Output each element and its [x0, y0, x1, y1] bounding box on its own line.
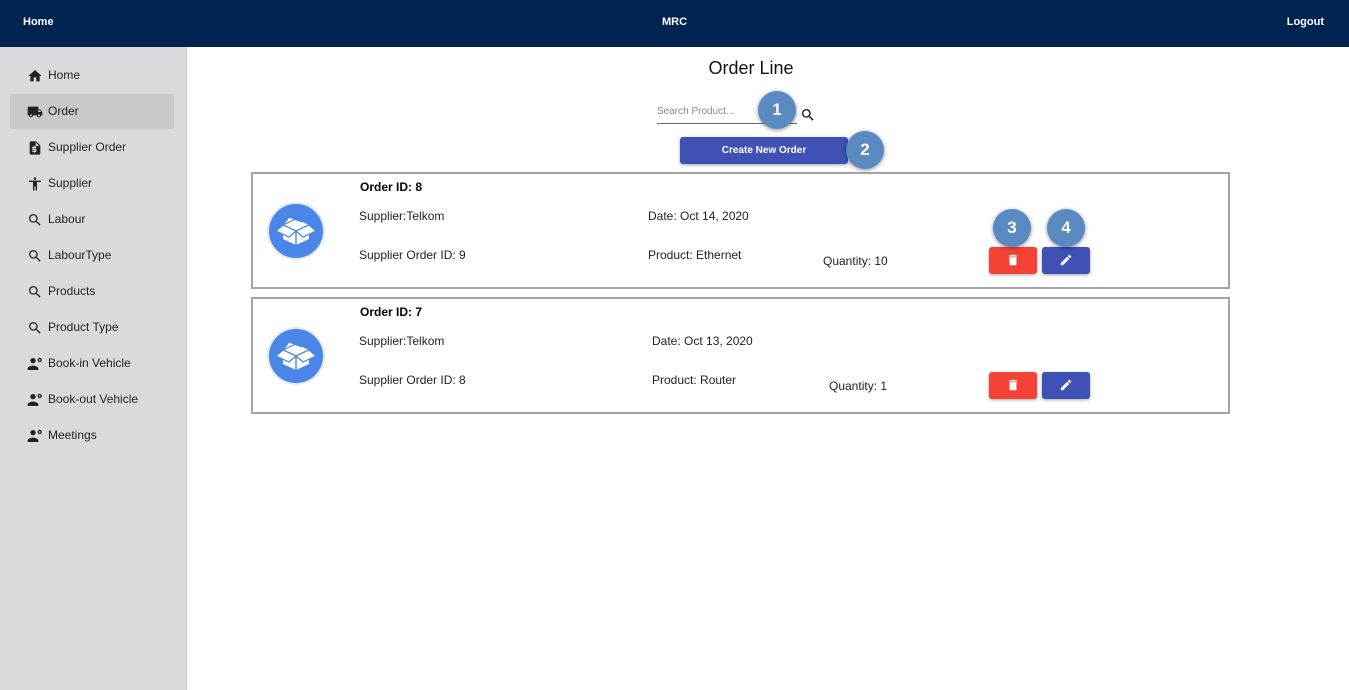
package-box-icon: [267, 202, 325, 260]
search-icon: [29, 250, 41, 262]
order-card: Order ID: 7 Supplier:Telkom Supplier Ord…: [251, 297, 1230, 414]
sidebar-item-home[interactable]: Home: [10, 58, 174, 93]
search-icon: [29, 214, 41, 226]
supplier-text: Supplier:Telkom: [359, 209, 445, 223]
sidebar-item-label: Home: [48, 68, 81, 82]
person-settings-icon: [27, 393, 42, 406]
sidebar-item-supplier[interactable]: Supplier: [10, 166, 174, 201]
sidebar-item-label: Supplier Order: [48, 140, 127, 154]
quantity-text: Quantity: 1: [829, 379, 888, 393]
search-input[interactable]: [657, 102, 767, 120]
sidebar-item-book-in-vehicle[interactable]: Book-in Vehicle: [10, 346, 174, 381]
quantity-text: Quantity: 10: [823, 254, 888, 268]
search-icon[interactable]: [800, 107, 816, 123]
header-home-link[interactable]: Home: [23, 16, 54, 28]
search-icon: [29, 286, 41, 298]
edit-order-button[interactable]: [1042, 247, 1090, 274]
supplier-text: Supplier:Telkom: [359, 334, 445, 348]
sidebar-item-labour[interactable]: Labour: [10, 202, 174, 237]
date-text: Date: Oct 13, 2020: [652, 334, 753, 348]
product-text: Product: Ethernet: [648, 248, 742, 262]
home-icon: [28, 70, 42, 82]
sidebar-item-label: Products: [48, 284, 96, 298]
invoice-icon: [29, 141, 41, 155]
person-settings-icon: [27, 429, 42, 442]
sidebar-item-label: Meetings: [48, 428, 97, 442]
sidebar-item-order[interactable]: Order: [10, 94, 174, 129]
package-box-icon: [267, 327, 325, 385]
sidebar-item-supplier-order[interactable]: Supplier Order: [10, 130, 174, 165]
date-text: Date: Oct 14, 2020: [648, 209, 749, 223]
delete-order-button[interactable]: [989, 372, 1037, 399]
order-id: Order ID: 8: [360, 180, 423, 194]
logout-link[interactable]: Logout: [1287, 16, 1324, 28]
sidebar: Home Order Supplier Order Supplier Labou…: [0, 47, 187, 690]
sidebar-item-products[interactable]: Products: [10, 274, 174, 309]
search-icon: [29, 322, 41, 334]
page-title: Order Line: [708, 58, 794, 78]
sidebar-item-label: Book-out Vehicle: [48, 392, 139, 406]
delete-order-button[interactable]: [989, 247, 1037, 274]
order-id: Order ID: 7: [360, 305, 423, 319]
pencil-icon: [1060, 254, 1072, 266]
supplier-order-id-text: Supplier Order ID: 8: [359, 373, 466, 387]
create-new-order-button[interactable]: Create New Order: [680, 137, 848, 164]
sidebar-item-label: Order: [48, 104, 79, 118]
person-settings-icon: [27, 357, 42, 370]
app-title: MRC: [661, 16, 688, 28]
sidebar-item-label: LabourType: [48, 248, 112, 262]
supplier-order-id-text: Supplier Order ID: 9: [359, 248, 466, 262]
annotation-marker-1: 1: [758, 91, 796, 129]
pencil-icon: [1060, 379, 1072, 391]
sidebar-item-label: Supplier: [48, 176, 93, 190]
edit-order-button[interactable]: [1042, 372, 1090, 399]
trash-icon: [1008, 379, 1018, 391]
sidebar-item-meetings[interactable]: Meetings: [10, 418, 174, 453]
sidebar-item-book-out-vehicle[interactable]: Book-out Vehicle: [10, 382, 174, 417]
sidebar-item-label: Book-in Vehicle: [48, 356, 131, 370]
trash-icon: [1008, 254, 1018, 266]
sidebar-item-label: Product Type: [48, 320, 119, 334]
sidebar-item-labourtype[interactable]: LabourType: [10, 238, 174, 273]
sidebar-item-product-type[interactable]: Product Type: [10, 310, 174, 345]
truck-icon: [27, 106, 43, 118]
annotation-marker-4: 4: [1047, 209, 1085, 247]
annotation-marker-3: 3: [993, 209, 1031, 247]
top-app-bar: Home MRC Logout: [0, 0, 1349, 47]
product-text: Product: Router: [652, 373, 737, 387]
annotation-marker-2: 2: [846, 131, 884, 169]
sidebar-item-label: Labour: [48, 212, 86, 226]
person-icon: [29, 177, 41, 191]
